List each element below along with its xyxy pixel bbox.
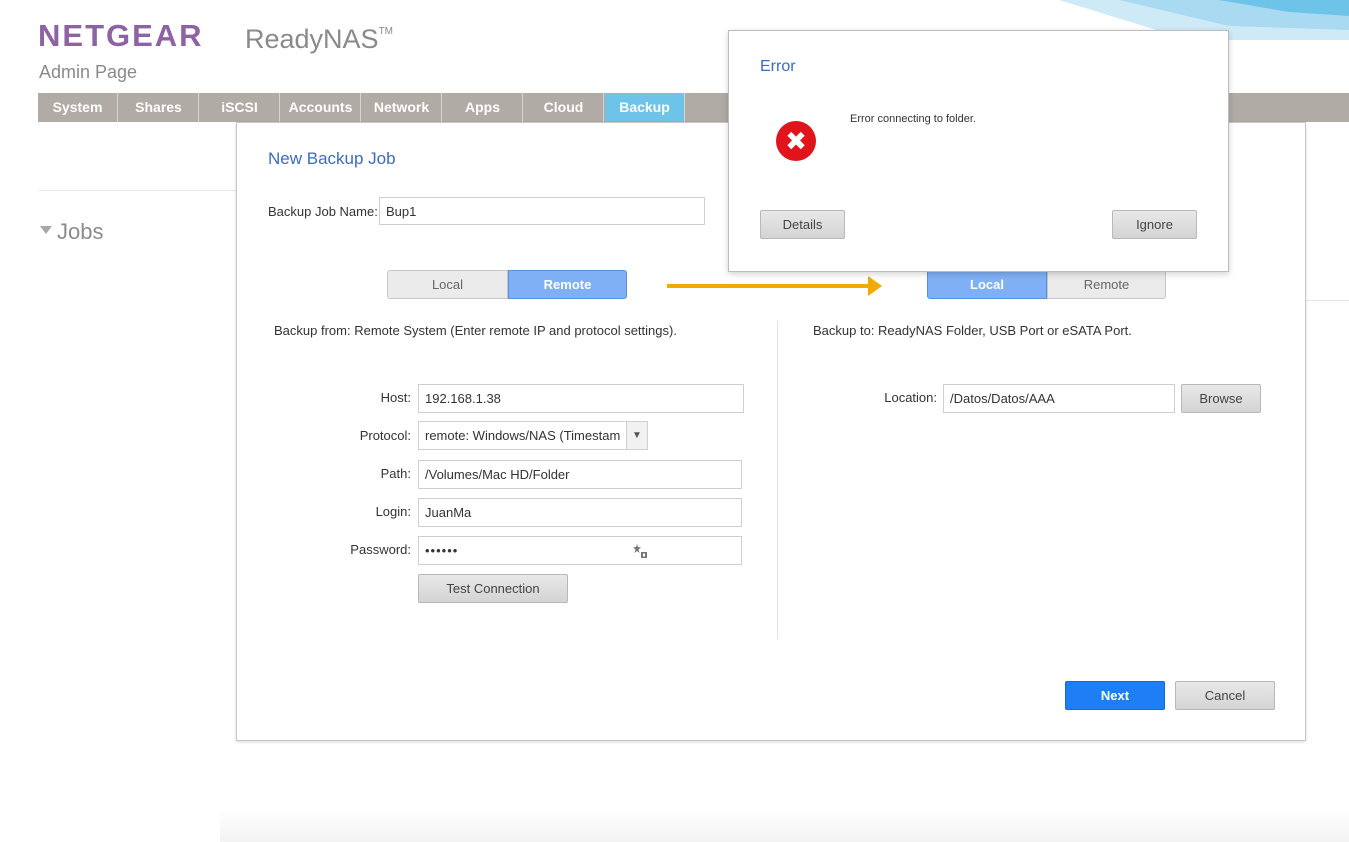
dest-local-toggle[interactable]: Local: [927, 270, 1047, 299]
column-divider: [777, 321, 778, 639]
host-label: Host:: [380, 390, 411, 405]
login-input[interactable]: [418, 498, 742, 527]
collapse-triangle-icon: [40, 226, 52, 235]
netgear-logo: NETGEAR: [38, 18, 204, 53]
section-divider: [39, 190, 239, 191]
tab-accounts[interactable]: Accounts: [281, 93, 361, 122]
admin-page-label: Admin Page: [39, 62, 138, 82]
login-label: Login:: [375, 504, 411, 519]
job-name-label: Backup Job Name:: [268, 204, 378, 219]
chevron-down-icon: ▼: [626, 422, 647, 449]
tab-shares[interactable]: Shares: [119, 93, 199, 122]
path-label: Path:: [380, 466, 411, 481]
tab-system[interactable]: System: [38, 93, 118, 122]
tab-backup[interactable]: Backup: [605, 93, 685, 122]
error-dialog: Error ✖ Error connecting to folder. Deta…: [728, 30, 1229, 272]
bottom-shadow: [220, 810, 1349, 842]
protocol-select[interactable]: remote: Windows/NAS (Timestam ▼: [418, 421, 648, 450]
key-icon[interactable]: [633, 543, 649, 559]
path-input[interactable]: [418, 460, 742, 489]
next-button[interactable]: Next: [1065, 681, 1165, 710]
jobs-section-header[interactable]: Jobs: [40, 219, 103, 245]
dest-remote-toggle[interactable]: Remote: [1047, 270, 1166, 299]
test-connection-button[interactable]: Test Connection: [418, 574, 568, 603]
tab-cloud[interactable]: Cloud: [524, 93, 604, 122]
protocol-value: remote: Windows/NAS (Timestam: [425, 428, 621, 443]
error-x-icon: ✖: [776, 121, 816, 161]
protocol-label: Protocol:: [359, 428, 411, 443]
password-mask: ••••••: [425, 543, 459, 558]
annotation-arrow-head: [868, 276, 882, 296]
destination-description: Backup to: ReadyNAS Folder, USB Port or …: [813, 323, 1132, 338]
job-name-input[interactable]: [379, 197, 705, 225]
details-button[interactable]: Details: [760, 210, 845, 239]
ignore-button[interactable]: Ignore: [1112, 210, 1197, 239]
trademark-mark: TM: [378, 26, 394, 37]
source-description: Backup from: Remote System (Enter remote…: [274, 323, 677, 338]
location-label: Location:: [884, 390, 937, 405]
password-label: Password:: [350, 542, 411, 557]
cancel-button[interactable]: Cancel: [1175, 681, 1275, 710]
dialog-title: New Backup Job: [268, 149, 396, 168]
tab-network[interactable]: Network: [362, 93, 442, 122]
product-name-text: ReadyNAS: [245, 24, 379, 54]
annotation-arrow-line: [667, 284, 870, 288]
product-name: ReadyNASTM: [245, 24, 393, 55]
error-title: Error: [760, 58, 796, 75]
browse-button[interactable]: Browse: [1181, 384, 1261, 413]
section-divider-right: [1306, 300, 1349, 301]
location-input[interactable]: [943, 384, 1175, 413]
tab-apps[interactable]: Apps: [443, 93, 523, 122]
jobs-section-title: Jobs: [57, 219, 104, 244]
error-message: Error connecting to folder.: [850, 113, 976, 125]
source-local-toggle[interactable]: Local: [387, 270, 508, 299]
tab-iscsi[interactable]: iSCSI: [200, 93, 280, 122]
source-remote-toggle[interactable]: Remote: [508, 270, 627, 299]
password-input[interactable]: ••••••: [418, 536, 742, 565]
host-input[interactable]: [418, 384, 744, 413]
